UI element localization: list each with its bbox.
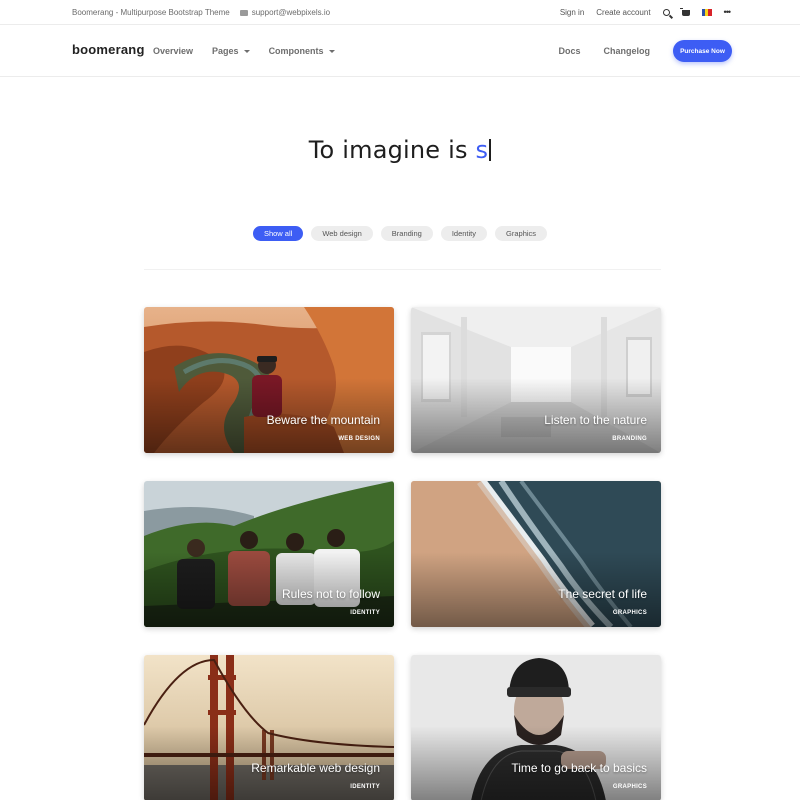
flag-icon[interactable] [701,9,712,16]
filter-web-design[interactable]: Web design [311,226,373,241]
card-title: Rules not to follow [281,587,380,601]
sign-in-link[interactable]: Sign in [560,8,584,17]
portfolio-card[interactable]: Remarkable web design IDENTITY [144,655,394,800]
topbar-actions: Sign in Create account ••• [548,0,732,25]
card-tag: GRAPHICS [612,784,647,790]
nav-primary: Overview Pages Components [153,25,354,77]
portfolio-filters: Show all Web design Branding Identity Gr… [0,226,800,241]
portfolio-card[interactable]: Listen to the nature BRANDING [411,307,661,453]
portfolio-card[interactable]: The secret of life GRAPHICS [411,481,661,627]
nav-docs[interactable]: Docs [558,46,580,56]
card-title: The secret of life [558,587,647,601]
hero-typed-text: s [475,136,489,164]
nav-components[interactable]: Components [269,46,335,56]
envelope-icon [239,9,248,16]
site-title: Boomerang - Multipurpose Bootstrap Theme [72,8,230,17]
card-title: Beware the mountain [266,413,380,427]
brand-logo[interactable]: boomerang [72,42,145,57]
purchase-now-button[interactable]: Purchase Now [673,40,732,62]
filter-identity[interactable]: Identity [440,226,488,241]
filter-graphics[interactable]: Graphics [495,226,548,241]
create-account-link[interactable]: Create account [596,8,650,17]
card-tag: IDENTITY [350,610,380,616]
filter-show-all[interactable]: Show all [252,226,304,241]
chevron-down-icon [243,49,250,53]
cart-icon[interactable] [679,7,690,16]
portfolio-card[interactable]: Rules not to follow IDENTITY [144,481,394,627]
card-tag: GRAPHICS [612,610,647,616]
nav-pages[interactable]: Pages [212,46,250,56]
hero-text: To imagine is [308,136,476,164]
search-icon[interactable] [662,9,670,16]
more-icon[interactable]: ••• [724,8,732,17]
topbar-info: Boomerang - Multipurpose Bootstrap Theme… [72,0,330,25]
topbar: Boomerang - Multipurpose Bootstrap Theme… [0,0,800,25]
filter-branding[interactable]: Branding [380,226,433,241]
nav-changelog[interactable]: Changelog [604,46,651,56]
nav-overview-label: Overview [153,46,194,56]
card-title: Listen to the nature [544,413,647,427]
portfolio-card[interactable]: Beware the mountain WEB DESIGN [144,307,394,453]
nav-overview[interactable]: Overview [153,46,193,56]
card-title: Remarkable web design [251,761,380,775]
portfolio-card[interactable]: Time to go back to basics GRAPHICS [411,655,661,800]
support-email[interactable]: support@webpixels.io [252,8,330,17]
chevron-down-icon [328,49,335,53]
nav-secondary: Docs Changelog Purchase Now [558,25,732,77]
section-divider [144,269,661,270]
card-title: Time to go back to basics [511,761,647,775]
card-tag: IDENTITY [350,784,380,790]
nav-components-label: Components [268,46,324,56]
main-navbar: boomerang Overview Pages Components Docs… [0,25,800,77]
card-tag: BRANDING [612,436,647,442]
card-tag: WEB DESIGN [338,436,380,442]
typing-cursor [489,139,492,161]
hero-heading: To imagine is s [0,136,800,164]
nav-pages-label: Pages [212,46,239,56]
